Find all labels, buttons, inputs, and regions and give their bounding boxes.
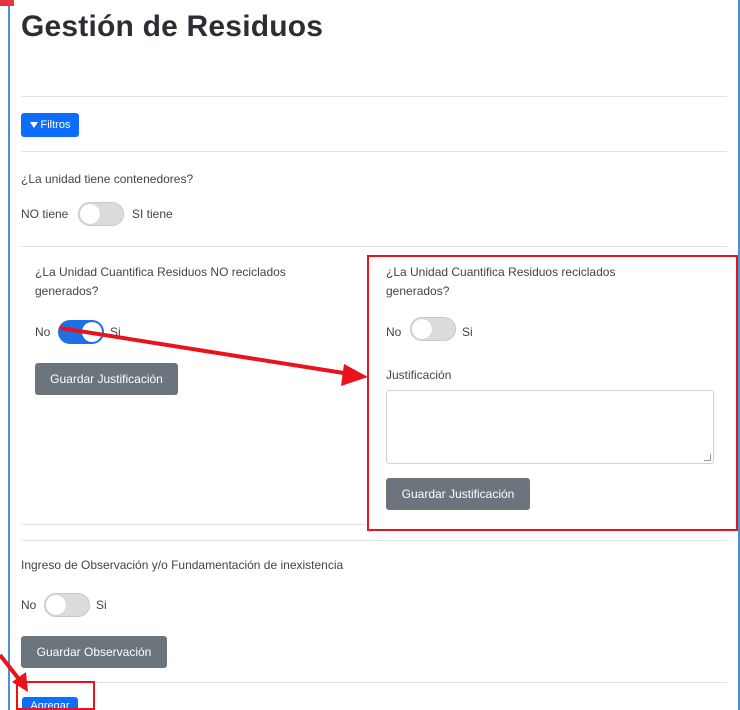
arrow-icon bbox=[59, 326, 368, 386]
arrow-icon bbox=[0, 653, 28, 692]
annotation-arrows bbox=[0, 326, 368, 692]
